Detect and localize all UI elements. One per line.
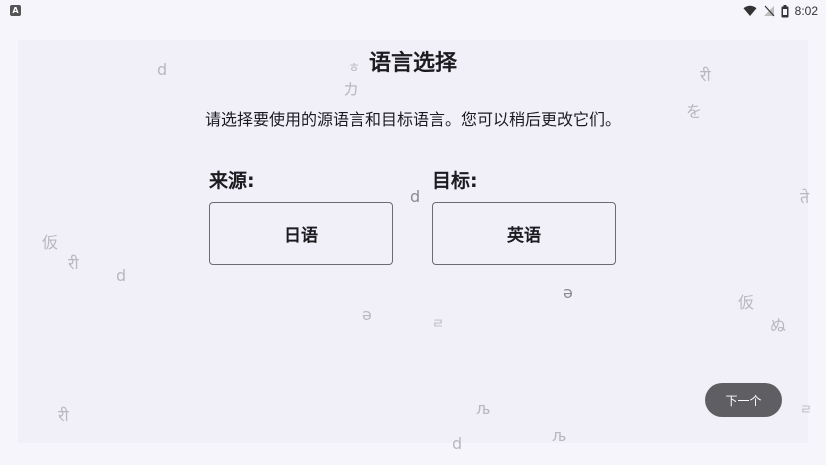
- page-title: 语言选择: [368, 51, 457, 76]
- wifi-icon: [743, 5, 757, 16]
- status-bar: A 8:02: [0, 0, 826, 22]
- status-time: 8:02: [794, 4, 818, 18]
- source-language-value: 日语: [284, 226, 318, 246]
- next-button-label: 下一个: [725, 393, 762, 408]
- app-notification-icon: A: [10, 5, 21, 16]
- next-button[interactable]: 下一个: [705, 383, 782, 417]
- battery-icon: [781, 4, 789, 17]
- source-language-label: 来源:: [209, 170, 255, 192]
- signal-icon: [763, 5, 775, 17]
- target-language-value: 英语: [507, 226, 541, 246]
- status-icons: 8:02: [743, 3, 818, 19]
- target-language-button[interactable]: 英语: [432, 202, 616, 265]
- page-subtitle: 请选择要使用的源语言和目标语言。您可以稍后更改它们。: [204, 110, 621, 129]
- source-language-button[interactable]: 日语: [209, 202, 393, 265]
- content-panel: [18, 40, 808, 443]
- target-language-label: 目标:: [432, 170, 478, 192]
